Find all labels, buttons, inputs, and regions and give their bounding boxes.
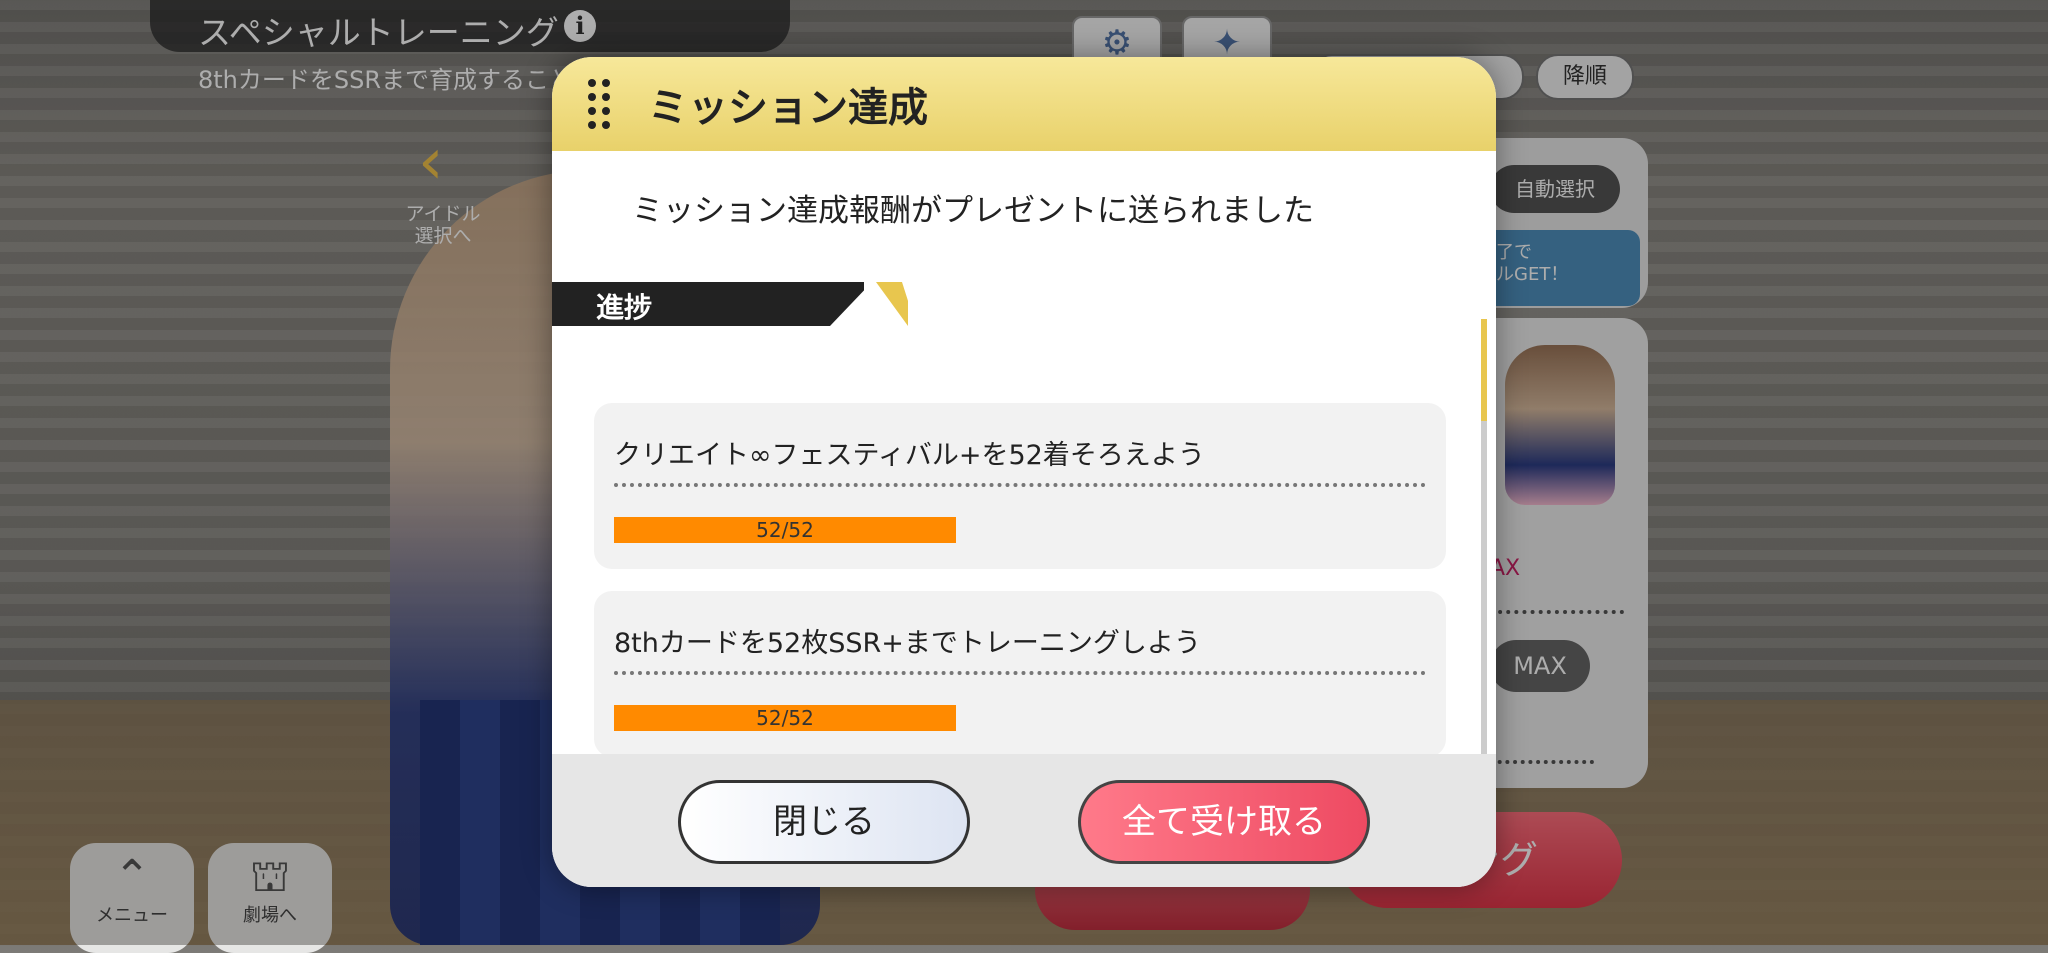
section-accent — [876, 282, 908, 326]
close-button[interactable]: 閉じる — [678, 780, 970, 864]
dialog-message: ミッション達成報酬がプレゼントに送られました — [632, 193, 1314, 229]
drag-handle-icon[interactable] — [588, 79, 612, 129]
mission-list[interactable]: クリエイト∞フェスティバル+を52着そろえよう 52/52 8thカードを52枚… — [552, 337, 1496, 757]
progress-bar: 52/52 — [614, 517, 956, 543]
progress-section-label: 進捗 — [596, 291, 653, 324]
dialog-title: ミッション達成 — [648, 85, 928, 131]
divider — [614, 483, 1426, 487]
divider — [614, 671, 1426, 675]
mission-complete-dialog: ミッション達成 ミッション達成報酬がプレゼントに送られました 進捗 クリエイト∞… — [552, 57, 1496, 887]
mission-text: クリエイト∞フェスティバル+を52着そろえよう — [614, 440, 1205, 471]
progress-text: 52/52 — [756, 518, 814, 542]
mission-item: 8thカードを52枚SSR+までトレーニングしよう 52/52 — [594, 591, 1446, 757]
claim-all-button[interactable]: 全て受け取る — [1078, 780, 1370, 864]
progress-bar: 52/52 — [614, 705, 956, 731]
dialog-header: ミッション達成 — [552, 57, 1496, 151]
mission-text: 8thカードを52枚SSR+までトレーニングしよう — [614, 628, 1201, 659]
scrollbar-thumb[interactable] — [1481, 319, 1487, 421]
mission-item: クリエイト∞フェスティバル+を52着そろえよう 52/52 — [594, 403, 1446, 569]
progress-text: 52/52 — [756, 706, 814, 730]
